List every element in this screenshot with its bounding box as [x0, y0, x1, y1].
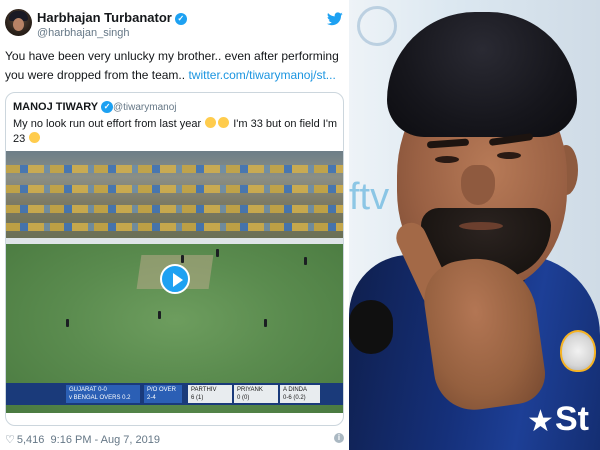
scorebar-team-score: 0-0 — [98, 387, 107, 393]
heart-icon[interactable]: ♡ — [5, 433, 15, 446]
scorebar-batter1-name: PARTHIV — [191, 387, 217, 393]
quoted-author-handle[interactable]: @tiwarymanoj — [113, 102, 177, 113]
scorebar-bowler: A DINDA 0-6 (0.2) — [280, 385, 320, 403]
stand-row — [6, 185, 343, 193]
tweet-link[interactable]: twitter.com/tiwarymanoj/st... — [188, 68, 335, 82]
mouth — [459, 222, 503, 230]
like-count[interactable]: 5,416 — [17, 434, 45, 446]
play-button[interactable] — [160, 264, 190, 294]
scorebar-batter2: PRIYANK 0 (0) — [234, 385, 278, 403]
quoted-author-name[interactable]: MANOJ TIWARY ✓ — [13, 101, 114, 113]
scorebar-bowler-name: A DINDA — [283, 387, 308, 393]
player — [216, 249, 219, 257]
quoted-tweet-text: My no look run out effort from last year… — [13, 117, 339, 147]
scorebar-batter1: PARTHIV 6 (1) — [188, 385, 232, 403]
left-eye — [435, 156, 459, 163]
player — [264, 319, 267, 327]
stand-row — [6, 205, 343, 213]
scorebar-team: GUJARAT 0-0 v BENGAL OVERS 0.2 — [66, 385, 140, 403]
author-handle[interactable]: @harbhajan_singh — [37, 27, 130, 39]
scorebar: GUJARAT 0-0 v BENGAL OVERS 0.2 P/O OVER 2-… — [6, 383, 343, 405]
backdrop-logo — [357, 6, 397, 46]
twitter-bird-icon[interactable] — [327, 12, 343, 26]
bcci-logo — [560, 330, 596, 372]
quoted-tweet[interactable]: MANOJ TIWARY ✓ @tiwarymanoj My no look ru… — [5, 92, 344, 426]
laughing-emoji-icon — [218, 117, 230, 128]
tweet-timestamp[interactable]: 9:16 PM - Aug 7, 2019 — [51, 434, 160, 446]
tweet-text: You have been very unlucky my brother.. … — [5, 47, 343, 85]
author-name-text[interactable]: Harbhajan Turbanator — [37, 10, 172, 25]
scorebar-overs-label: P/O OVER — [147, 387, 177, 393]
verified-badge-icon: ✓ — [174, 13, 187, 25]
star-icon: ★ — [527, 405, 554, 438]
scorebar-batter2-score: 0 (0) — [237, 395, 250, 401]
tweet-footer: ♡ 5,416 9:16 PM - Aug 7, 2019 — [5, 433, 160, 446]
player — [304, 257, 307, 265]
wink-emoji-icon — [29, 132, 41, 143]
player — [66, 319, 69, 327]
video-player[interactable]: GUJARAT 0-0 v BENGAL OVERS 0.2 P/O OVER 2-… — [6, 151, 343, 413]
microphone — [349, 300, 393, 354]
avatar[interactable] — [5, 9, 32, 36]
stand-row — [6, 165, 343, 173]
avatar-face — [13, 18, 24, 31]
harbhajan-photo: ftv ★ St — [349, 0, 600, 450]
scorebar-batter2-name: PRIYANK — [237, 387, 263, 393]
scorebar-batter1-score: 6 (1) — [191, 395, 204, 401]
scorebar-bowler-figures: 0-6 (0.2) — [283, 395, 306, 401]
player — [181, 255, 184, 263]
jersey-text: St — [555, 400, 589, 438]
scorebar-team-name: GUJARAT — [69, 387, 97, 393]
verified-badge-icon: ✓ — [101, 101, 114, 113]
quoted-author-name-text[interactable]: MANOJ TIWARY — [13, 101, 98, 113]
info-icon[interactable]: i — [334, 433, 344, 443]
backdrop-text: ftv — [349, 176, 390, 218]
turban — [387, 12, 577, 137]
scorebar-team-sub: v BENGAL OVERS 0.2 — [69, 395, 131, 401]
scorebar-overs-value: 2-4 — [147, 395, 156, 401]
stand-row — [6, 223, 343, 231]
quoted-text-part1: My no look run out effort from last year — [13, 118, 205, 130]
scorebar-overs: P/O OVER 2-4 — [144, 385, 182, 403]
right-eye — [497, 152, 521, 159]
stadium-stands — [6, 151, 343, 238]
author-name[interactable]: Harbhajan Turbanator ✓ — [37, 10, 187, 25]
nose — [461, 165, 495, 205]
rofl-emoji-icon — [205, 117, 217, 128]
player — [158, 311, 161, 319]
tweet-card: Harbhajan Turbanator ✓ @harbhajan_singh Y… — [0, 0, 349, 450]
